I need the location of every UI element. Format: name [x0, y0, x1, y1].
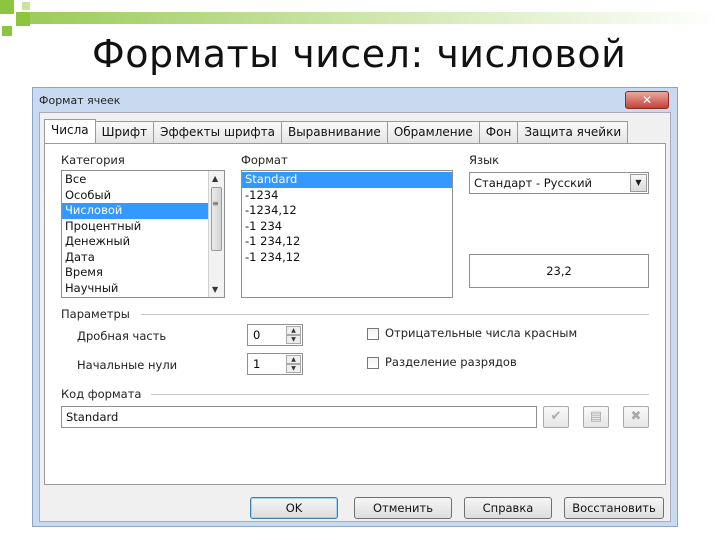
- edit-comment-button[interactable]: ▤: [583, 406, 609, 428]
- format-label: Формат: [241, 153, 288, 167]
- list-item[interactable]: Процентный: [62, 219, 224, 235]
- list-item[interactable]: Все: [62, 172, 224, 188]
- decor-gradient-bar: [30, 12, 720, 24]
- list-item[interactable]: -1 234: [242, 219, 452, 235]
- list-item[interactable]: Дата: [62, 250, 224, 266]
- format-code-input[interactable]: Standard: [61, 406, 537, 428]
- increment-icon[interactable]: ▲: [286, 326, 301, 335]
- format-cells-dialog: Формат ячеек ✕ Числа Шрифт Эффекты шрифт…: [32, 87, 678, 527]
- decor-square: [2, 26, 12, 36]
- category-scrollbar[interactable]: ▲ ≡ ▼: [208, 171, 224, 297]
- scroll-up-icon[interactable]: ▲: [212, 174, 218, 183]
- category-label: Категория: [61, 153, 125, 167]
- chevron-down-icon[interactable]: ▼: [630, 174, 647, 192]
- negative-red-label: Отрицательные числа красным: [385, 326, 578, 340]
- tab-borders[interactable]: Обрамление: [386, 121, 480, 143]
- preview-value: 23,2: [546, 264, 572, 278]
- decor-square: [16, 12, 30, 26]
- section-divider: [141, 314, 649, 315]
- check-icon: ✔: [550, 409, 562, 424]
- options-label: Параметры: [61, 307, 130, 321]
- numbers-tab-panel: Категория Все Особый Числовой Процентный…: [44, 143, 666, 485]
- list-item[interactable]: Время: [62, 265, 224, 281]
- decrement-icon[interactable]: ▼: [286, 364, 301, 373]
- slide-title: Форматы чисел: числовой: [92, 32, 627, 76]
- delete-format-button[interactable]: ✖: [623, 406, 649, 428]
- list-item[interactable]: Особый: [62, 188, 224, 204]
- list-item[interactable]: -1234,12: [242, 203, 452, 219]
- section-divider: [151, 394, 649, 395]
- thousands-separator-label: Разделение разрядов: [385, 355, 517, 369]
- tab-bar: Числа Шрифт Эффекты шрифта Выравнивание …: [44, 119, 629, 143]
- leading-zeros-label: Начальные нули: [77, 358, 178, 372]
- reset-button[interactable]: Восстановить: [564, 497, 664, 519]
- list-item[interactable]: Денежный: [62, 234, 224, 250]
- cancel-button[interactable]: Отменить: [354, 497, 452, 519]
- leading-zeros-value: 1: [253, 357, 261, 371]
- dialog-title: Формат ячеек: [39, 94, 121, 107]
- negative-red-checkbox[interactable]: [367, 328, 379, 340]
- language-value: Стандарт - Русский: [474, 176, 593, 190]
- close-icon: ✕: [641, 93, 653, 107]
- help-button[interactable]: Справка: [464, 497, 552, 519]
- grip-icon: ≡: [212, 199, 219, 208]
- scroll-thumb[interactable]: [211, 187, 222, 251]
- increment-icon[interactable]: ▲: [286, 355, 301, 364]
- delete-icon: ✖: [630, 409, 642, 424]
- format-code-value: Standard: [66, 410, 119, 424]
- list-item[interactable]: Научный: [62, 281, 224, 297]
- list-item-selected[interactable]: Standard: [242, 172, 452, 188]
- comment-icon: ▤: [589, 409, 603, 424]
- decor-square: [22, 2, 30, 10]
- close-button[interactable]: ✕: [625, 91, 669, 109]
- tab-font[interactable]: Шрифт: [94, 121, 155, 143]
- decrement-icon[interactable]: ▼: [286, 335, 301, 344]
- accept-format-button[interactable]: ✔: [543, 406, 569, 428]
- tab-background[interactable]: Фон: [478, 121, 519, 143]
- category-list[interactable]: Все Особый Числовой Процентный Денежный …: [61, 170, 225, 298]
- scroll-down-icon[interactable]: ▼: [212, 285, 218, 294]
- format-list[interactable]: Standard -1234 -1234,12 -1 234 -1 234,12…: [241, 170, 453, 298]
- decor-square: [0, 0, 14, 14]
- decimal-places-stepper[interactable]: 0 ▲ ▼: [247, 324, 303, 346]
- language-label: Язык: [469, 153, 500, 167]
- list-item-selected[interactable]: Числовой: [62, 203, 208, 219]
- list-item[interactable]: -1234: [242, 188, 452, 204]
- decimal-places-label: Дробная часть: [77, 329, 167, 343]
- format-code-label: Код формата: [61, 387, 142, 401]
- tab-alignment[interactable]: Выравнивание: [280, 121, 388, 143]
- decimal-places-value: 0: [253, 328, 261, 342]
- language-select[interactable]: Стандарт - Русский ▼: [469, 172, 649, 194]
- tab-font-effects[interactable]: Эффекты шрифта: [153, 121, 282, 143]
- tab-numbers[interactable]: Числа: [44, 119, 96, 143]
- ok-button[interactable]: OK: [250, 497, 338, 519]
- thousands-separator-checkbox[interactable]: [367, 357, 379, 369]
- tab-cell-protection[interactable]: Защита ячейки: [517, 121, 629, 143]
- dialog-body: Числа Шрифт Эффекты шрифта Выравнивание …: [39, 112, 671, 522]
- format-preview: 23,2: [469, 254, 649, 288]
- leading-zeros-stepper[interactable]: 1 ▲ ▼: [247, 353, 303, 375]
- list-item[interactable]: -1 234,12: [242, 250, 452, 266]
- list-item[interactable]: -1 234,12: [242, 234, 452, 250]
